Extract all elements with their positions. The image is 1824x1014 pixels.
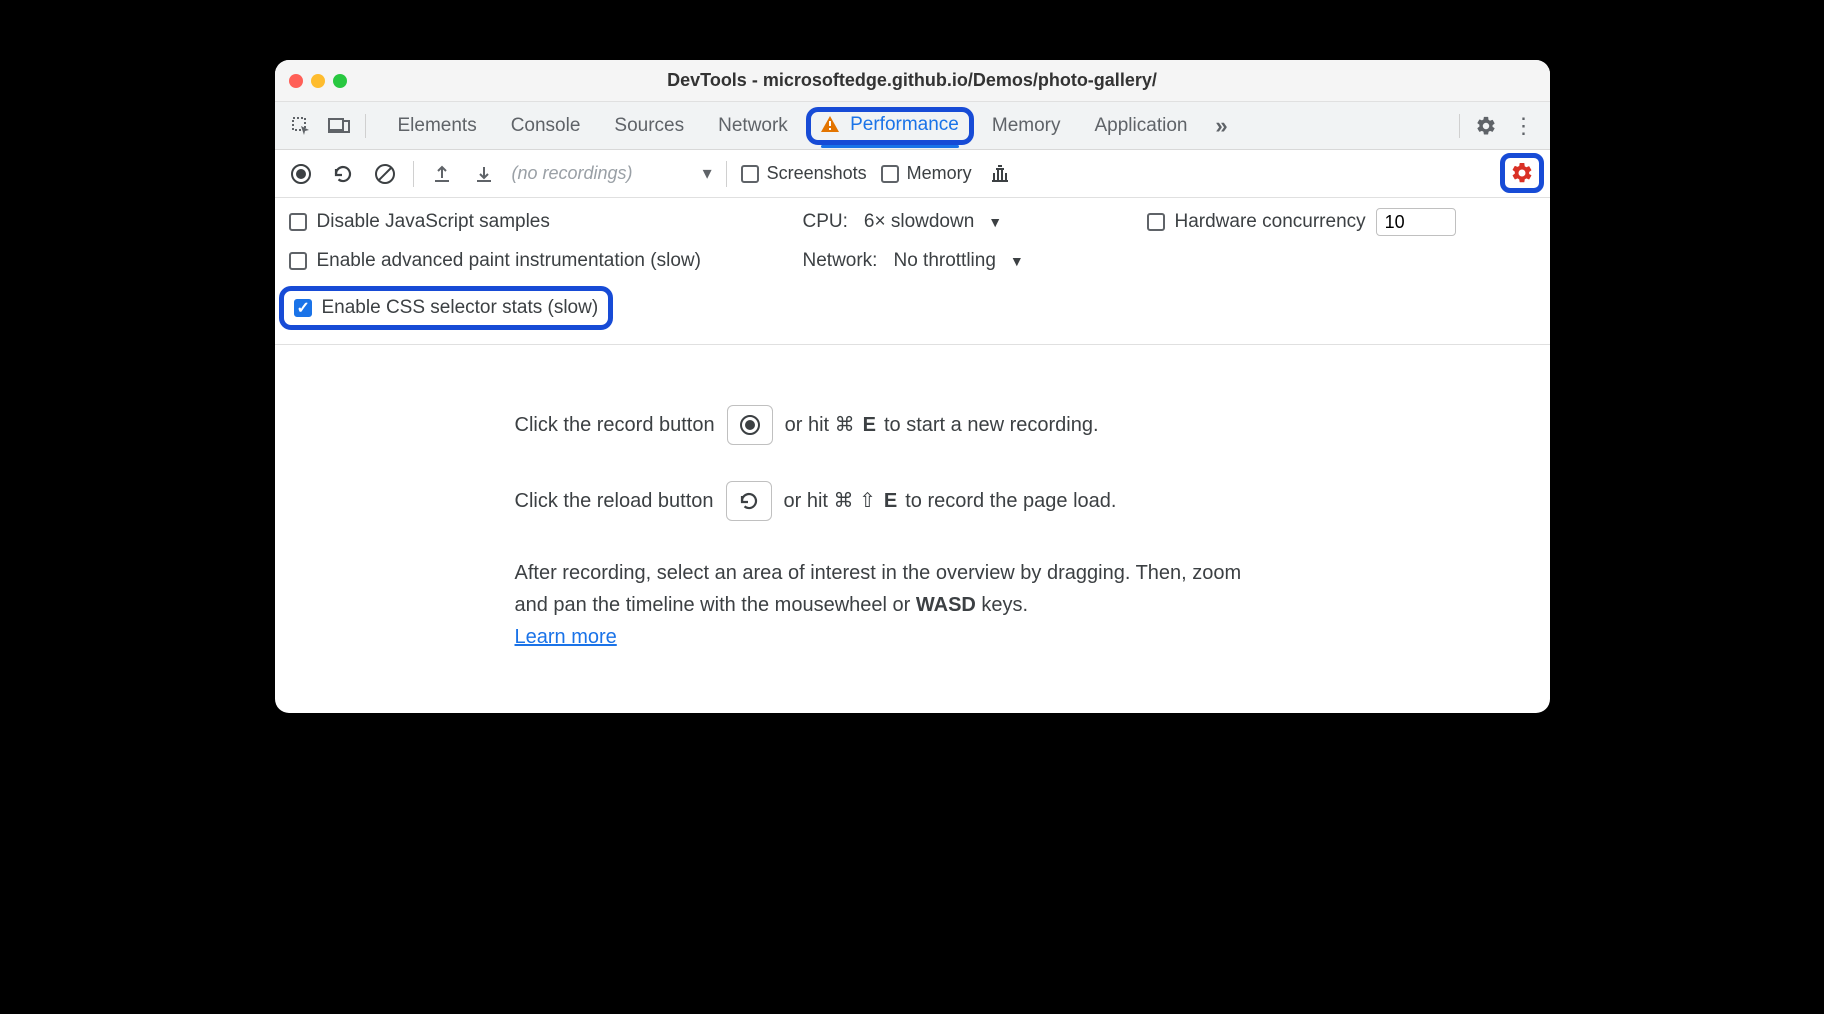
checkbox-checked-icon (294, 299, 312, 317)
tab-network[interactable]: Network (702, 107, 804, 145)
shortcut-key: E (863, 409, 876, 441)
hw-concurrency-label: Hardware concurrency (1175, 211, 1366, 233)
tab-elements[interactable]: Elements (382, 107, 493, 145)
enable-css-stats-label: Enable CSS selector stats (slow) (322, 297, 599, 319)
performance-toolbar: (no recordings) ▾ Screenshots Memory (275, 150, 1550, 198)
network-label: Network: (803, 250, 878, 272)
hint-text: Click the reload button (515, 485, 714, 517)
chevron-down-icon: ▼ (988, 214, 1002, 230)
shortcut-key: E (884, 485, 897, 517)
hint-text: or hit ⌘ (785, 409, 855, 441)
cpu-value: 6× slowdown (864, 211, 974, 233)
main-tabbar: Elements Console Sources Network Perform… (275, 102, 1550, 150)
recordings-dropdown[interactable]: (no recordings) ▾ (512, 163, 712, 184)
panel-tabs: Elements Console Sources Network Perform… (382, 107, 1449, 145)
tab-memory[interactable]: Memory (976, 107, 1077, 145)
devtools-window: DevTools - microsoftedge.github.io/Demos… (275, 60, 1550, 713)
reload-button-inline[interactable] (726, 481, 772, 521)
more-tabs-icon[interactable]: » (1205, 110, 1237, 142)
window-controls (289, 74, 347, 88)
tab-sources[interactable]: Sources (598, 107, 700, 145)
capture-settings-panel: Disable JavaScript samples CPU: 6× slowd… (275, 198, 1550, 345)
enable-paint-instr-label: Enable advanced paint instrumentation (s… (317, 250, 701, 272)
hint-text: or hit ⌘ ⇧ (784, 485, 876, 517)
maximize-window-button[interactable] (333, 74, 347, 88)
checkbox-icon[interactable] (289, 252, 307, 270)
tab-application[interactable]: Application (1079, 107, 1204, 145)
hardware-concurrency: Hardware concurrency (1147, 208, 1456, 236)
download-icon[interactable] (470, 160, 498, 188)
hw-concurrency-input[interactable] (1376, 208, 1456, 236)
tab-console[interactable]: Console (495, 107, 597, 145)
screenshots-checkbox[interactable]: Screenshots (741, 163, 867, 184)
disable-js-samples-label: Disable JavaScript samples (317, 211, 550, 233)
checkbox-icon[interactable] (289, 213, 307, 231)
settings-gear-icon[interactable] (1470, 110, 1502, 142)
device-toggle-icon[interactable] (323, 110, 355, 142)
record-button[interactable] (287, 160, 315, 188)
memory-label: Memory (907, 163, 972, 184)
checkbox-icon[interactable] (1147, 213, 1165, 231)
garbage-collect-icon[interactable] (986, 160, 1014, 188)
gear-icon (1510, 161, 1534, 185)
hint-paragraph: After recording, select an area of inter… (515, 562, 1242, 616)
cpu-label: CPU: (803, 211, 848, 233)
checkbox-icon (741, 165, 759, 183)
hint-text: Click the record button (515, 409, 715, 441)
hint-paragraph-tail: keys. (976, 594, 1028, 616)
learn-more-link[interactable]: Learn more (515, 626, 617, 648)
titlebar: DevTools - microsoftedge.github.io/Demos… (275, 60, 1550, 102)
network-throttle-select[interactable]: Network: No throttling ▼ (803, 248, 1030, 274)
empty-state: Click the record button or hit ⌘ E to st… (275, 345, 1550, 713)
inspect-icon[interactable] (285, 110, 317, 142)
tab-performance[interactable]: Performance (806, 107, 974, 145)
chevron-down-icon: ▼ (1010, 253, 1024, 269)
window-title: DevTools - microsoftedge.github.io/Demos… (275, 70, 1550, 91)
network-value: No throttling (893, 250, 995, 272)
memory-checkbox[interactable]: Memory (881, 163, 972, 184)
enable-css-selector-stats[interactable]: Enable CSS selector stats (slow) (279, 286, 614, 330)
recordings-placeholder: (no recordings) (512, 163, 633, 184)
hint-text: to record the page load. (905, 485, 1116, 517)
upload-icon[interactable] (428, 160, 456, 188)
record-button-inline[interactable] (727, 405, 773, 445)
tab-performance-label: Performance (850, 114, 959, 135)
chevron-down-icon: ▾ (703, 163, 712, 184)
minimize-window-button[interactable] (311, 74, 325, 88)
reload-button[interactable] (329, 160, 357, 188)
wasd-label: WASD (916, 594, 976, 616)
screenshots-label: Screenshots (767, 163, 867, 184)
hint-text: to start a new recording. (884, 409, 1099, 441)
close-window-button[interactable] (289, 74, 303, 88)
warning-icon (821, 116, 844, 137)
checkbox-icon (881, 165, 899, 183)
kebab-menu-icon[interactable]: ⋮ (1508, 110, 1540, 142)
cpu-throttle-select[interactable]: CPU: 6× slowdown ▼ (803, 209, 1083, 235)
clear-button[interactable] (371, 160, 399, 188)
capture-settings-button[interactable] (1500, 153, 1544, 193)
